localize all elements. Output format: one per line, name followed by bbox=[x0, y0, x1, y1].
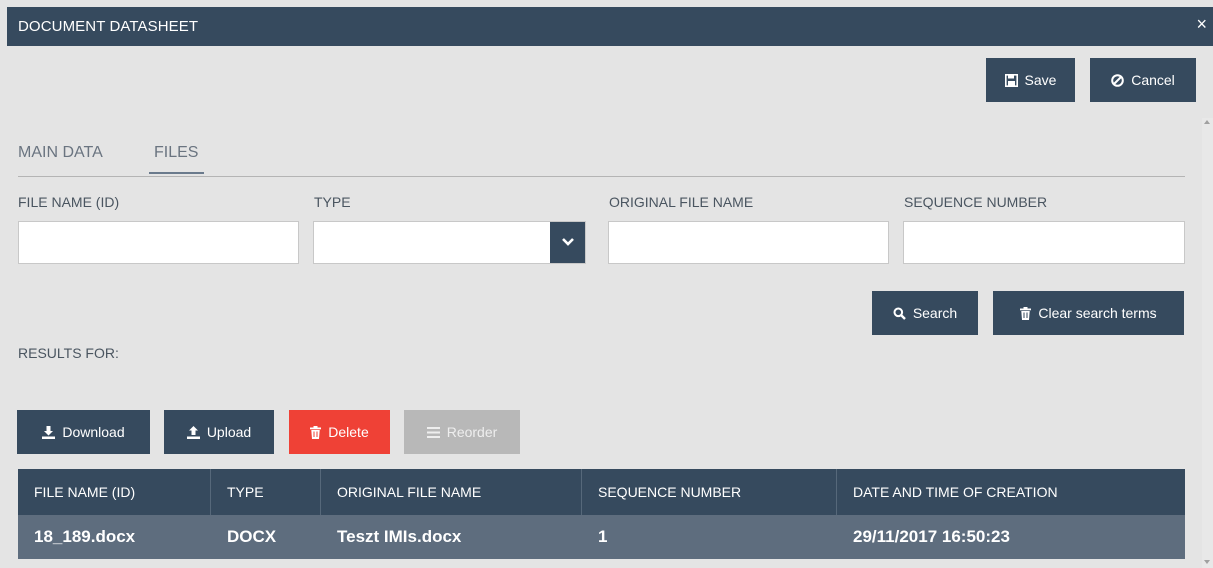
window-titlebar: DOCUMENT DATASHEET × bbox=[7, 7, 1213, 46]
cancel-button[interactable]: Cancel bbox=[1090, 58, 1196, 102]
trash-icon bbox=[1020, 306, 1032, 320]
table-row[interactable]: 18_189.docx DOCX Teszt IMIs.docx 1 29/11… bbox=[18, 515, 1185, 559]
cell-type: DOCX bbox=[227, 527, 277, 546]
sequence-number-input[interactable] bbox=[903, 221, 1185, 264]
table-header: FILE NAME (ID) TYPE ORIGINAL FILE NAME S… bbox=[18, 469, 1185, 515]
bars-icon bbox=[426, 426, 440, 438]
cell-file-name: 18_189.docx bbox=[34, 527, 136, 546]
clear-search-button-label: Clear search terms bbox=[1038, 305, 1157, 321]
download-button[interactable]: Download bbox=[17, 410, 150, 454]
column-header-type[interactable]: TYPE bbox=[211, 469, 321, 515]
delete-button[interactable]: Delete bbox=[289, 410, 390, 454]
clear-search-button[interactable]: Clear search terms bbox=[993, 291, 1184, 335]
upload-button-label: Upload bbox=[206, 424, 252, 440]
original-file-name-label: ORIGINAL FILE NAME bbox=[609, 194, 754, 210]
save-button-label: Save bbox=[1024, 72, 1057, 88]
search-button-label: Search bbox=[912, 305, 958, 321]
scroll-down-icon[interactable] bbox=[1204, 560, 1210, 564]
reorder-button-label: Reorder bbox=[446, 424, 498, 440]
cell-date-created: 29/11/2017 16:50:23 bbox=[853, 527, 1010, 546]
original-file-name-input[interactable] bbox=[608, 221, 889, 264]
trash-icon bbox=[310, 425, 322, 439]
close-icon[interactable]: × bbox=[1196, 15, 1207, 33]
type-label: TYPE bbox=[314, 194, 351, 210]
file-name-label: FILE NAME (ID) bbox=[18, 194, 120, 210]
type-select-toggle[interactable] bbox=[550, 222, 585, 263]
column-header-file-name[interactable]: FILE NAME (ID) bbox=[18, 469, 211, 515]
cancel-button-label: Cancel bbox=[1131, 72, 1175, 88]
tab-main-data[interactable]: MAIN DATA bbox=[18, 144, 103, 162]
column-header-sequence-number[interactable]: SEQUENCE NUMBER bbox=[582, 469, 837, 515]
download-icon bbox=[42, 425, 56, 439]
chevron-down-icon bbox=[561, 234, 575, 252]
save-button[interactable]: Save bbox=[986, 58, 1075, 102]
delete-button-label: Delete bbox=[328, 424, 369, 440]
window-title: DOCUMENT DATASHEET bbox=[18, 18, 199, 35]
reorder-button[interactable]: Reorder bbox=[404, 410, 520, 454]
floppy-disk-icon bbox=[1004, 73, 1018, 87]
search-button[interactable]: Search bbox=[872, 291, 978, 335]
tab-divider bbox=[18, 176, 1185, 177]
download-button-label: Download bbox=[62, 424, 125, 440]
scroll-up-icon[interactable] bbox=[1204, 120, 1210, 124]
tab-files[interactable]: FILES bbox=[154, 144, 198, 162]
upload-icon bbox=[186, 425, 200, 439]
cell-original-file-name: Teszt IMIs.docx bbox=[337, 527, 462, 546]
magnifier-icon bbox=[893, 307, 906, 320]
vertical-scrollbar[interactable] bbox=[1202, 118, 1213, 568]
cell-sequence-number: 1 bbox=[598, 527, 608, 546]
results-for-label: RESULTS FOR: bbox=[18, 345, 119, 361]
file-name-input[interactable] bbox=[18, 221, 299, 264]
active-tab-indicator bbox=[149, 172, 204, 174]
column-header-date-created[interactable]: DATE AND TIME OF CREATION bbox=[837, 469, 1185, 515]
column-header-original-file-name[interactable]: ORIGINAL FILE NAME bbox=[321, 469, 582, 515]
ban-icon bbox=[1111, 73, 1125, 87]
sequence-number-label: SEQUENCE NUMBER bbox=[904, 194, 1048, 210]
type-select[interactable] bbox=[313, 221, 586, 264]
upload-button[interactable]: Upload bbox=[164, 410, 274, 454]
